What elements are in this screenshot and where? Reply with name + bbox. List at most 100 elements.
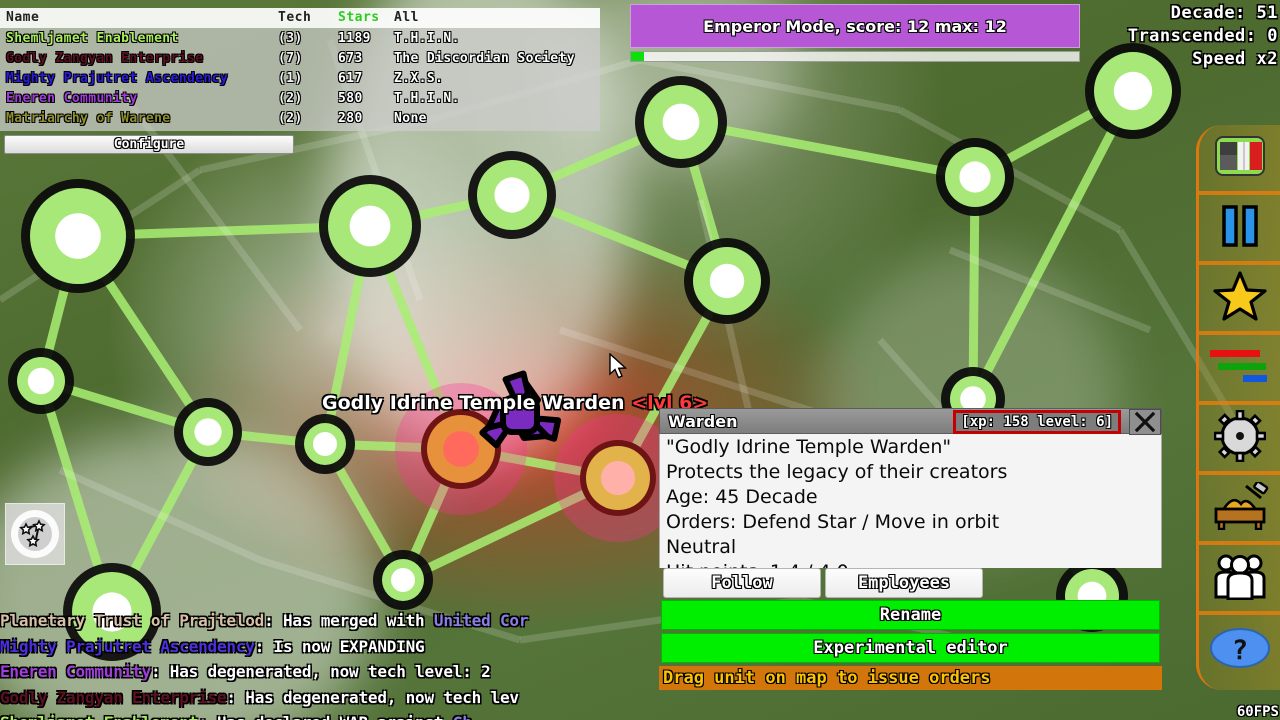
sidebar-item-resources[interactable] <box>1199 475 1280 545</box>
message-log[interactable]: Planetary Trust of Prajtelod: Has merged… <box>0 608 668 720</box>
warden-detail-line: Protects the legacy of their creators <box>666 461 1008 483</box>
log-line: Planetary Trust of Prajtelod: Has merged… <box>0 608 668 634</box>
close-button[interactable] <box>1129 409 1161 435</box>
row-name: Matriarchy of Warene <box>6 111 171 126</box>
mode-progress-bar <box>630 51 1080 62</box>
log-body: : Has degenerated, now tech level: 2 <box>150 662 491 681</box>
stat-transcended: Transcended: 0 <box>1127 26 1278 46</box>
help-icon: ? <box>1209 626 1271 674</box>
stat-decade: Decade: 51 <box>1170 3 1278 23</box>
game-screen: Name Tech Stars All Shemljamet Enablemen… <box>0 0 1280 720</box>
log-body: : Has degenerated, now tech lev <box>226 687 519 707</box>
employees-button[interactable]: Employees <box>825 568 983 598</box>
fps-counter: 60FPS <box>1236 704 1279 720</box>
people-icon <box>1212 552 1268 604</box>
row-stars: 580 <box>338 91 363 106</box>
column-header-stars: Stars <box>338 10 380 25</box>
row-alliance: None <box>394 111 427 126</box>
constellation-icon <box>11 510 59 558</box>
warden-detail-line: Orders: Defend Star / Move in orbit <box>666 511 1000 533</box>
row-name: Godly Zangyan Enterprise <box>6 51 204 66</box>
row-stars: 1189 <box>338 31 371 46</box>
rename-button[interactable]: Rename <box>661 600 1160 630</box>
log-actor: Planetary Trust of Prajtelod <box>0 611 265 630</box>
unit-map-label: Godly Idrine Temple Warden <lvl 6> <box>322 392 708 414</box>
warden-detail-line: Age: 45 Decade <box>666 486 818 508</box>
warden-details: "Godly Idrine Temple Warden" Protects the… <box>659 434 1162 568</box>
log-line: Godly Zangyan Enterprise: Has degenerate… <box>0 685 668 711</box>
log-line: Mighty Prajutret Ascendency: Is now EXPA… <box>0 634 668 660</box>
warden-action-row: Follow Employees <box>659 568 1162 600</box>
mode-banner-wrapper: Emperor Mode, score: 12 max: 12 <box>630 4 1080 62</box>
row-alliance: T.H.I.N. <box>394 31 460 46</box>
configure-button[interactable]: Configure <box>4 135 294 154</box>
log-line: Eneren Community: Has degenerated, now t… <box>0 659 668 685</box>
log-actor: Godly Zangyan Enterprise <box>0 687 227 707</box>
game-stats: Decade: 51 Transcended: 0 Speed x2 <box>1128 2 1278 71</box>
row-tech: (2) <box>278 91 303 106</box>
table-row[interactable]: Matriarchy of Warene (2) 280 None <box>6 109 594 129</box>
row-stars: 617 <box>338 71 363 86</box>
row-tech: (3) <box>278 31 303 46</box>
experimental-editor-button[interactable]: Experimental editor <box>661 633 1160 663</box>
table-row[interactable]: Godly Zangyan Enterprise (7) 673 The Discor… <box>6 49 594 69</box>
mining-icon <box>1211 480 1269 534</box>
sidebar-item-population[interactable] <box>1199 545 1280 615</box>
warden-detail-line: Hit points: 1.4 / 4.0 <box>666 560 1155 568</box>
log-actor: Mighty Prajutret Ascendency <box>0 636 255 656</box>
leaderboard-rows: Shemljamet Enablement (3) 1189 T.H.I.N. Godl… <box>0 28 600 131</box>
column-header-name: Name <box>6 10 40 25</box>
leaderboard: Name Tech Stars All Shemljamet Enablemen… <box>0 8 600 154</box>
log-body: : Has merged with <box>264 611 434 630</box>
sidebar-item-help[interactable]: ? <box>1199 615 1280 685</box>
row-name: Mighty Prajutret Ascendency <box>6 71 229 86</box>
sidebar-item-library[interactable] <box>1199 125 1280 195</box>
column-header-tech: Tech <box>278 10 312 25</box>
row-tech: (2) <box>278 111 303 126</box>
mode-progress-fill <box>631 52 645 61</box>
warden-panel-title: Warden <box>668 411 738 431</box>
gear-icon <box>1213 409 1266 466</box>
warden-detail-line: Neutral <box>666 536 737 558</box>
row-alliance: T.H.I.N. <box>394 91 460 106</box>
book-flag-icon <box>1214 133 1266 183</box>
log-tail: United Cor <box>433 611 529 630</box>
xp-level-badge[interactable]: [xp: 158 level: 6] <box>953 410 1121 434</box>
row-tech: (1) <box>278 71 303 86</box>
row-stars: 280 <box>338 111 363 126</box>
log-actor: Shemljamet Enablement <box>0 713 198 720</box>
table-row[interactable]: Eneren Community (2) 580 T.H.I.N. <box>6 89 594 109</box>
log-line: Shemljamet Enablement: Has declared WAR … <box>0 710 668 720</box>
sidebar-item-settings[interactable] <box>1199 405 1280 475</box>
log-tail: Gh <box>453 713 472 720</box>
drag-hint: Drag unit on map to issue orders <box>659 666 1162 690</box>
row-name: Eneren Community <box>6 91 138 106</box>
bars-icon <box>1209 345 1271 391</box>
unit-map-label-name: Godly Idrine Temple Warden <box>322 392 625 414</box>
leaderboard-header: Name Tech Stars All <box>0 8 600 28</box>
warden-panel-titlebar[interactable]: Warden [xp: 158 level: 6] <box>659 408 1162 435</box>
log-body: : Is now EXPANDING <box>254 636 425 656</box>
table-row[interactable]: Shemljamet Enablement (3) 1189 T.H.I.N. <box>6 29 594 49</box>
close-icon <box>1134 411 1156 433</box>
right-sidebar: ? <box>1196 125 1280 690</box>
warden-detail-line: "Godly Idrine Temple Warden" <box>666 436 952 458</box>
minimap-button[interactable] <box>5 503 65 565</box>
pause-icon <box>1217 204 1263 252</box>
sidebar-item-pause[interactable] <box>1199 195 1280 265</box>
row-name: Shemljamet Enablement <box>6 31 179 46</box>
svg-text:?: ? <box>1231 635 1247 666</box>
row-stars: 673 <box>338 51 363 66</box>
row-alliance: The Discordian Society <box>394 51 575 66</box>
follow-button[interactable]: Follow <box>663 568 821 598</box>
log-actor: Eneren Community <box>0 662 151 681</box>
sidebar-item-statistics[interactable] <box>1199 335 1280 405</box>
column-header-all: All <box>394 10 419 25</box>
stat-speed[interactable]: Speed x2 <box>1128 48 1278 71</box>
sidebar-item-favorites[interactable] <box>1199 265 1280 335</box>
table-row[interactable]: Mighty Prajutret Ascendency (1) 617 Z.X.S. <box>6 69 594 89</box>
star-icon <box>1212 271 1267 325</box>
warden-info-panel: Warden [xp: 158 level: 6] "Godly Idrine … <box>659 408 1162 690</box>
row-alliance: Z.X.S. <box>394 71 444 86</box>
mode-banner[interactable]: Emperor Mode, score: 12 max: 12 <box>630 4 1080 48</box>
